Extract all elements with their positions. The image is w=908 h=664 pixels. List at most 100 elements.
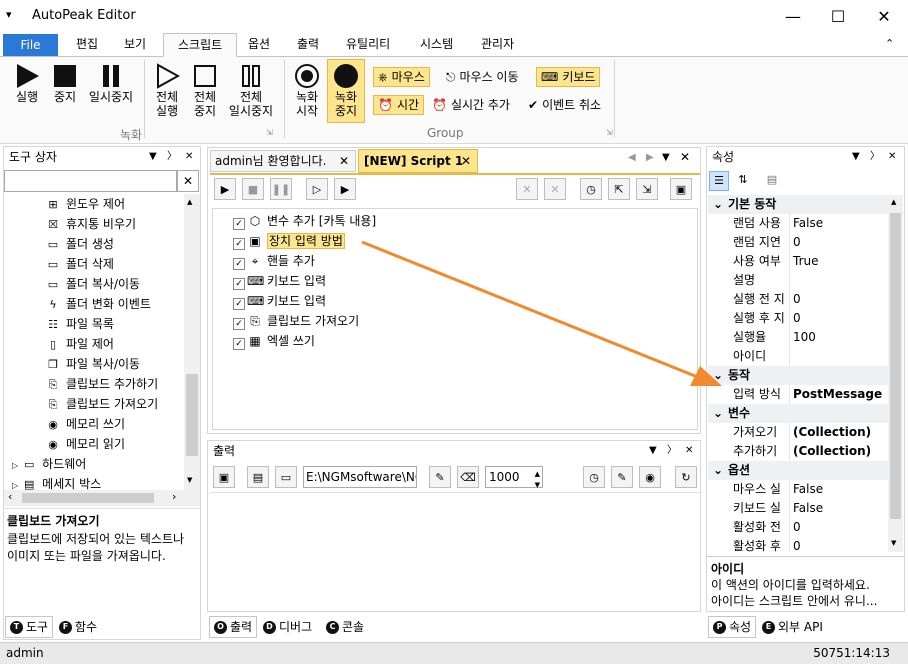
pause-button[interactable]: 일시중지 (84, 62, 138, 104)
collapse-category-icon[interactable]: ⌄ (708, 404, 728, 423)
record-stop-button[interactable]: 녹화 중지 (327, 59, 365, 123)
property-row[interactable]: 실행 전 지0 (708, 290, 888, 309)
pin-icon[interactable]: 〉 (167, 146, 177, 168)
realtime-add-toggle[interactable]: ⏰ 실시간 추가 (428, 95, 514, 115)
tab-debug[interactable]: D 디버그 (259, 616, 316, 638)
tree-item[interactable]: ⎘ 클립보드 추가하기 (46, 374, 159, 394)
editor-stop-button[interactable]: ■ (242, 178, 264, 200)
property-value[interactable] (790, 347, 793, 366)
property-value[interactable]: 0 (790, 290, 801, 309)
property-category[interactable]: ⌄ 옵션 (708, 461, 888, 480)
scroll-up-icon[interactable]: ▲ (891, 198, 896, 206)
property-category[interactable]: ⌄ 동작 (708, 366, 888, 385)
script-line[interactable]: ✓ ⌨ 키보드 입력 (233, 271, 376, 291)
scroll-up-icon[interactable]: ▲ (187, 198, 192, 206)
property-row[interactable]: 활성화 전0 (708, 518, 888, 537)
tree-item[interactable]: ▭ 폴더 삭제 (46, 254, 114, 274)
keyboard-toggle[interactable]: ⌨ 키보드 (536, 67, 601, 87)
close-button[interactable]: ✕ (861, 0, 907, 32)
line-checkbox[interactable]: ✓ (233, 238, 245, 250)
editor-close-icon[interactable]: ✕ (680, 150, 690, 164)
maximize-button[interactable]: ☐ (815, 0, 861, 32)
property-value[interactable]: False (790, 499, 823, 518)
tab-close-icon[interactable]: ✕ (339, 151, 349, 171)
dialog-launcher-icon[interactable]: ⇲ (606, 128, 613, 137)
editor-delete-button[interactable]: ▣ (670, 178, 692, 200)
properties-vscrollbar[interactable]: ▲ ▼ (888, 195, 903, 552)
collapse-category-icon[interactable]: ⌄ (708, 461, 728, 480)
property-row[interactable]: 실행율 100 (708, 328, 888, 347)
property-row[interactable]: 설명 (708, 271, 888, 290)
collapse-category-icon[interactable]: ⌄ (708, 195, 728, 214)
scroll-down-icon[interactable]: ▼ (187, 476, 192, 484)
property-row[interactable]: 사용 여부 True (708, 252, 888, 271)
stop-all-button[interactable]: 전체 중지 (186, 62, 224, 118)
script-line[interactable]: ✓ ⌖ 핸들 추가 (233, 251, 376, 271)
expand-arrow-icon[interactable]: ▷ (12, 481, 18, 490)
property-row[interactable]: 추가하기 (Collection) (708, 442, 888, 461)
collapse-category-icon[interactable]: ⌄ (708, 366, 728, 385)
panel-close-icon[interactable]: ✕ (185, 146, 193, 168)
property-row[interactable]: 활성화 후0 (708, 537, 888, 552)
tree-item[interactable]: ☷ 파일 목록 (46, 314, 114, 334)
tab-admin[interactable]: 관리자 (467, 33, 528, 57)
property-value[interactable]: (Collection) (790, 442, 871, 461)
panel-menu-icon[interactable]: ▼ (149, 146, 157, 168)
record-start-button[interactable]: 녹화 시작 (288, 62, 326, 118)
pause-all-button[interactable]: 전체 일시중지 (224, 62, 278, 118)
alphabetical-view-button[interactable]: ⇅ (733, 171, 753, 191)
line-checkbox[interactable]: ✓ (233, 278, 245, 290)
property-row[interactable]: 가져오기 (Collection) (708, 423, 888, 442)
property-row[interactable]: 랜덤 사용 False (708, 214, 888, 233)
editor-disable-button[interactable]: ✕ (516, 178, 538, 200)
tab-script-1[interactable]: [NEW] Script 1 ✕ (358, 149, 478, 173)
property-pages-button[interactable]: ▤ (762, 171, 782, 191)
tab-welcome[interactable]: admin님 환영합니다. ✕ (210, 150, 356, 172)
editor-run-from-button[interactable]: ▶ (334, 178, 356, 200)
tab-output-panel[interactable]: O 출력 (209, 616, 258, 638)
minimize-button[interactable]: — (770, 0, 816, 32)
panel-close-icon[interactable]: ✕ (685, 440, 693, 462)
editor-step-button[interactable]: ▷ (306, 178, 328, 200)
line-checkbox[interactable]: ✓ (233, 298, 245, 310)
scroll-right-icon[interactable]: › (172, 490, 176, 503)
scroll-down-icon[interactable]: ▼ (891, 539, 896, 547)
output-fill-button[interactable]: ◉ (639, 466, 661, 488)
stop-button[interactable]: 중지 (46, 62, 84, 104)
run-button[interactable]: 실행 (8, 62, 46, 104)
system-menu-icon[interactable]: ▾ (6, 8, 12, 21)
tab-scroll-left-icon[interactable]: ◀ (628, 152, 636, 163)
tree-item[interactable]: ◉ 메모리 쓰기 (46, 414, 125, 434)
output-new-button[interactable]: ▣ (213, 466, 235, 488)
output-brush-button[interactable]: ✎ (611, 466, 633, 488)
search-clear-button[interactable]: ✕ (177, 170, 199, 192)
scroll-thumb[interactable] (890, 213, 901, 519)
property-value[interactable]: 100 (790, 328, 816, 347)
property-row[interactable]: 입력 방식 PostMessage (708, 385, 888, 404)
property-row[interactable]: 실행 후 지0 (708, 309, 888, 328)
property-value[interactable]: 0 (790, 309, 801, 328)
tab-list-icon[interactable]: ▼ (662, 152, 670, 163)
mouse-move-toggle[interactable]: ⎋ 마우스 이동 (442, 67, 523, 87)
property-value[interactable]: False (790, 214, 823, 233)
property-value[interactable]: True (790, 252, 819, 271)
output-clean-button[interactable]: ✎ (429, 466, 451, 488)
tree-item[interactable]: ◉ 메모리 읽기 (46, 434, 125, 454)
tree-item[interactable]: ϟ 폴더 변화 이벤트 (46, 294, 151, 314)
script-line[interactable]: ✓ ⌨ 키보드 입력 (233, 291, 376, 311)
tab-utility[interactable]: 유틸리티 (332, 33, 404, 57)
tree-item[interactable]: ☒ 휴지통 비우기 (46, 214, 136, 234)
property-value[interactable] (790, 271, 793, 290)
tree-group[interactable]: ▷ ▭ 하드웨어 (12, 454, 86, 474)
property-value[interactable]: 0 (790, 537, 801, 552)
property-value[interactable]: 0 (790, 518, 801, 537)
toolbox-vscrollbar[interactable]: ▲ ▼ (184, 194, 200, 490)
panel-menu-icon[interactable]: ▼ (649, 440, 657, 462)
toolbox-hscrollbar[interactable]: ‹ › (4, 490, 200, 506)
property-row[interactable]: 키보드 실 False (708, 499, 888, 518)
property-category[interactable]: ⌄ 기본 동작 (708, 195, 888, 214)
editor-pause-button[interactable]: ❚❚ (270, 178, 292, 200)
script-line[interactable]: ✓ ▦ 엑셀 쓰기 (233, 331, 376, 351)
event-cancel-toggle[interactable]: ✔ 이벤트 취소 (524, 95, 605, 115)
editor-collapse-button[interactable]: ⇲ (636, 178, 658, 200)
